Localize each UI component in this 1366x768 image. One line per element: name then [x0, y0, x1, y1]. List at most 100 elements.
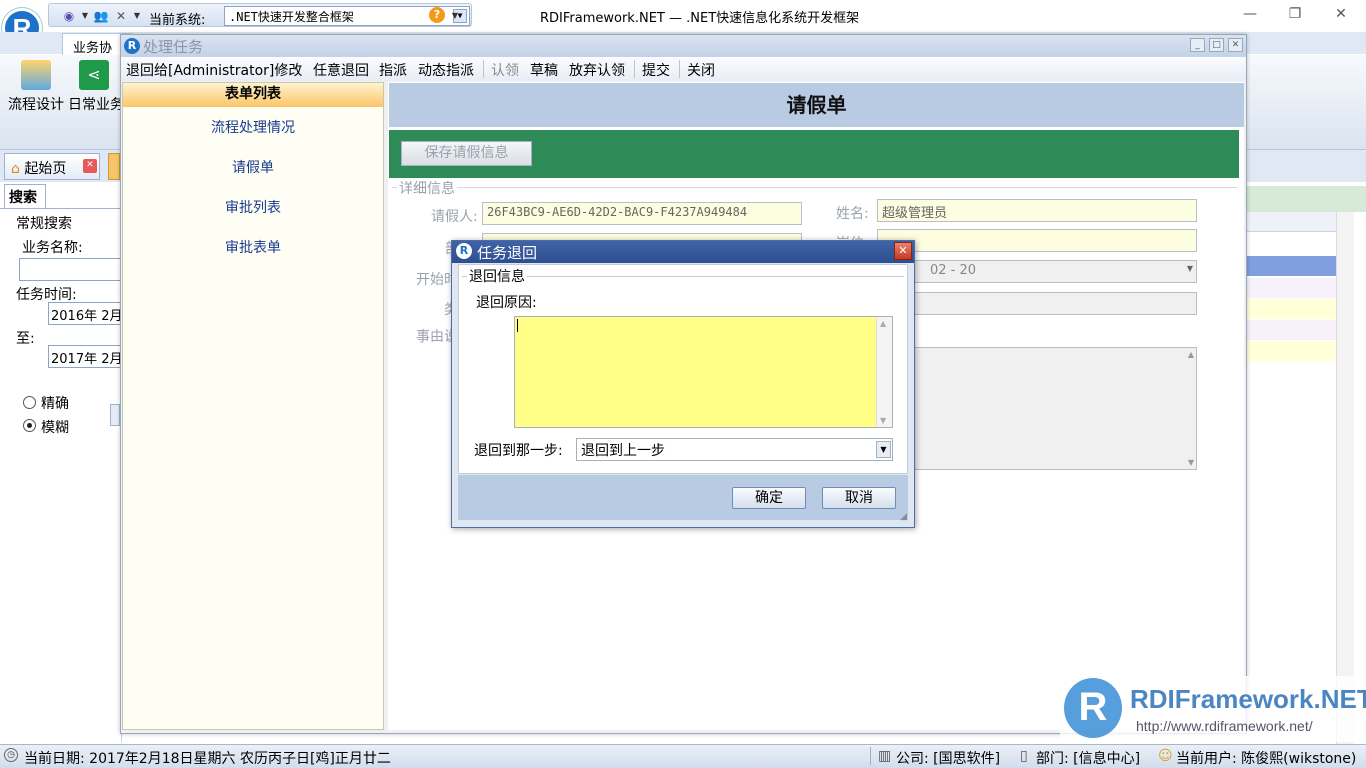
- process-window-title-bar: [121, 35, 1246, 57]
- task-list-grid: [1244, 182, 1366, 752]
- cancel-button[interactable]: 取消: [822, 487, 896, 509]
- form-list-header: 表单列表: [123, 83, 383, 107]
- tools-icon[interactable]: ✕: [113, 8, 129, 24]
- process-window-title: 处理任务: [143, 38, 204, 56]
- scroll-down-icon[interactable]: ▼: [1188, 458, 1194, 467]
- daily-business-label: 日常业务: [68, 97, 120, 113]
- radio-exact[interactable]: [23, 396, 36, 409]
- close-button[interactable]: ✕: [1329, 4, 1353, 24]
- maximize-button[interactable]: □: [1209, 38, 1224, 52]
- chevron-down-icon[interactable]: ▼: [129, 8, 145, 24]
- grid-header: [1244, 212, 1336, 232]
- grid-band: [1244, 186, 1366, 212]
- chevron-down-icon[interactable]: ▼: [447, 8, 463, 24]
- minimize-button[interactable]: —: [1238, 4, 1262, 24]
- daily-business-button[interactable]: ⋖ 日常业务: [68, 60, 120, 122]
- globe-icon[interactable]: ◉: [61, 8, 77, 24]
- applicant-field[interactable]: 26F43BC9-AE6D-42D2-BAC9-F4237A949484: [482, 202, 802, 225]
- dropdown-arrow-icon[interactable]: ▼: [1187, 264, 1193, 273]
- date-from-picker[interactable]: 2016年 2月: [48, 302, 122, 325]
- menu-submit[interactable]: 提交: [642, 60, 670, 80]
- tab-search[interactable]: 搜索: [4, 184, 46, 208]
- radio-fuzzy[interactable]: [23, 419, 36, 432]
- close-tab-icon[interactable]: ✕: [83, 159, 97, 173]
- app-logo-small: R: [456, 243, 472, 259]
- menu-assign[interactable]: 指派: [379, 60, 407, 80]
- resize-grip-icon[interactable]: ◢: [900, 512, 907, 522]
- watermark-brand: RDIFramework.NET: [1130, 684, 1366, 714]
- form-list-panel: [122, 82, 384, 730]
- menu-separator: [483, 60, 484, 78]
- scroll-up-icon[interactable]: ▲: [1188, 350, 1194, 359]
- menu-dynamic-assign[interactable]: 动态指派: [418, 60, 474, 80]
- close-icon[interactable]: ✕: [894, 242, 912, 260]
- workflow-design-button[interactable]: 流程设计: [6, 60, 66, 122]
- menu-claim[interactable]: 认领: [491, 60, 519, 80]
- biz-name-input[interactable]: [19, 258, 122, 281]
- dropdown-arrow-icon[interactable]: ▼: [876, 441, 891, 458]
- menu-abandon-claim[interactable]: 放弃认领: [569, 60, 625, 80]
- table-row[interactable]: [1244, 320, 1336, 340]
- home-icon: ⌂: [11, 161, 20, 177]
- return-reason-label: 退回原因:: [476, 295, 537, 311]
- biz-name-label: 业务名称:: [22, 240, 83, 256]
- share-icon: ⋖: [79, 60, 109, 90]
- form-list-item[interactable]: 流程处理情况: [123, 117, 383, 137]
- save-leave-button[interactable]: 保存请假信息: [401, 141, 532, 166]
- status-dept: 部门: [信息中心]: [1036, 751, 1141, 767]
- name-field[interactable]: 超级管理员: [877, 199, 1197, 222]
- user-icon: ☺: [1158, 748, 1173, 764]
- menu-close[interactable]: 关闭: [687, 60, 715, 80]
- detail-legend: 详细信息: [397, 178, 457, 198]
- workflow-design-icon: [21, 60, 51, 90]
- form-list-item[interactable]: 审批列表: [123, 197, 383, 217]
- watermark-url: http://www.rdiframework.net/: [1136, 718, 1313, 734]
- search-button[interactable]: [110, 404, 120, 426]
- tab-secondary[interactable]: [108, 153, 120, 180]
- current-system-label: 当前系统:: [149, 13, 206, 28]
- return-step-label: 退回到那一步:: [474, 443, 563, 459]
- return-step-select[interactable]: 退回到上一步: [576, 438, 893, 461]
- type-field[interactable]: [877, 292, 1197, 315]
- form-list-item[interactable]: 请假单: [123, 157, 383, 177]
- form-list-item[interactable]: 审批表单: [123, 237, 383, 257]
- end-time-picker[interactable]: 02 - 20 ▼: [877, 260, 1197, 283]
- menu-any-return[interactable]: 任意退回: [313, 60, 369, 80]
- task-time-label: 任务时间:: [16, 287, 77, 303]
- watermark-logo: R: [1064, 678, 1122, 738]
- minimize-button[interactable]: _: [1190, 38, 1205, 52]
- close-button[interactable]: ✕: [1228, 38, 1243, 52]
- ok-button[interactable]: 确定: [732, 487, 806, 509]
- applicant-label: 请假人:: [431, 209, 478, 225]
- chevron-down-icon[interactable]: ▼: [77, 8, 93, 24]
- status-user: 当前用户: 陈俊熙(wikstone): [1176, 751, 1357, 767]
- table-row[interactable]: [1244, 278, 1336, 298]
- help-icon[interactable]: ?: [429, 7, 445, 23]
- status-date: 当前日期: 2017年2月18日星期六 农历丙子日[鸡]正月廿二: [24, 751, 391, 767]
- menu-draft[interactable]: 草稿: [530, 60, 558, 80]
- table-row[interactable]: [1244, 256, 1336, 276]
- position-field[interactable]: [877, 229, 1197, 252]
- reason-textarea[interactable]: ▲ ▼: [877, 347, 1197, 470]
- workflow-design-label: 流程设计: [8, 97, 64, 113]
- grid-scrollbar[interactable]: [1336, 212, 1354, 752]
- text-caret: [517, 319, 518, 332]
- textarea-scrollbar[interactable]: ▲ ▼: [876, 317, 892, 427]
- maximize-button[interactable]: ❐: [1283, 4, 1307, 24]
- users-icon[interactable]: 👥: [93, 8, 109, 24]
- table-row[interactable]: [1244, 341, 1336, 361]
- return-info-legend: 退回信息: [467, 266, 527, 286]
- quick-access-toolbar: ◉ ▼ 👥 ✕ ▼ 当前系统: .NET快速开发整合框架 ▼ ? ▼: [48, 3, 472, 28]
- return-reason-textarea[interactable]: [514, 316, 893, 428]
- tab-home-label: 起始页: [24, 161, 67, 177]
- scroll-down-icon[interactable]: ▼: [880, 416, 886, 425]
- table-row[interactable]: [1244, 299, 1336, 319]
- scroll-up-icon[interactable]: ▲: [880, 319, 886, 328]
- clock-icon: ◷: [4, 748, 18, 762]
- end-time-value: 02 - 20: [930, 263, 977, 278]
- menu-return-to-admin[interactable]: 退回给[Administrator]修改: [126, 60, 302, 80]
- radio-exact-label: 精确: [41, 396, 69, 412]
- radio-fuzzy-label: 模糊: [41, 420, 69, 436]
- date-to-picker[interactable]: 2017年 2月: [48, 345, 122, 368]
- name-label: 姓名:: [836, 206, 869, 222]
